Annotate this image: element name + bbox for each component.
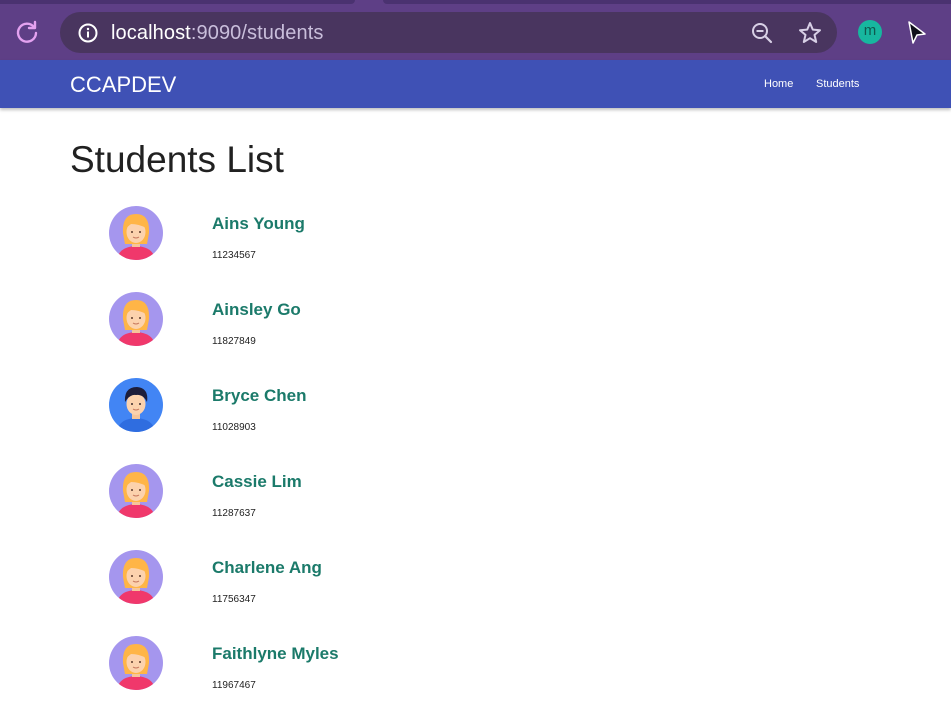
student-id: 11028903 — [212, 422, 256, 433]
student-name-link[interactable]: Bryce Chen — [212, 386, 306, 406]
student-item: Ainsley Go 11827849 — [0, 292, 951, 378]
female-avatar-icon — [109, 636, 163, 690]
nav-link-home[interactable]: Home — [764, 77, 793, 91]
tab-strip — [383, 0, 951, 4]
extension-cursor-icon[interactable] — [904, 19, 930, 47]
nav-link-students[interactable]: Students — [816, 77, 859, 91]
info-icon[interactable] — [77, 22, 99, 44]
female-avatar-icon — [109, 464, 163, 518]
student-item: Cassie Lim 11287637 — [0, 464, 951, 550]
student-id: 11967467 — [212, 680, 256, 691]
student-item: Charlene Ang 11756347 — [0, 550, 951, 636]
student-name-link[interactable]: Ainsley Go — [212, 300, 301, 320]
student-id: 11234567 — [212, 250, 256, 261]
profile-avatar[interactable]: m — [858, 20, 882, 44]
url-host: localhost — [111, 22, 191, 44]
student-item: Faithlyne Myles 11967467 — [0, 636, 951, 722]
student-id: 11756347 — [212, 594, 256, 605]
student-item: Ains Young 11234567 — [0, 206, 951, 292]
student-name-link[interactable]: Charlene Ang — [212, 558, 322, 578]
female-avatar-icon — [109, 206, 163, 260]
page-title: Students List — [70, 139, 284, 180]
student-name-link[interactable]: Ains Young — [212, 214, 305, 234]
zoom-out-icon[interactable] — [750, 21, 774, 45]
student-id: 11827849 — [212, 336, 256, 347]
bookmark-star-icon[interactable] — [797, 20, 823, 46]
browser-toolbar: localhost:9090/students m — [0, 0, 951, 60]
tab-strip — [0, 0, 355, 4]
male-avatar-icon — [109, 378, 163, 432]
student-item: Bryce Chen 11028903 — [0, 378, 951, 464]
url-path: :9090/students — [190, 22, 324, 44]
female-avatar-icon — [109, 292, 163, 346]
reload-icon[interactable] — [14, 19, 40, 45]
female-avatar-icon — [109, 550, 163, 604]
student-name-link[interactable]: Faithlyne Myles — [212, 644, 339, 664]
brand-logo[interactable]: CCAPDEV — [70, 72, 176, 98]
url-text[interactable]: localhost:9090/students — [111, 20, 323, 46]
navbar: CCAPDEV Home Students — [0, 60, 951, 108]
student-name-link[interactable]: Cassie Lim — [212, 472, 302, 492]
student-id: 11287637 — [212, 508, 256, 519]
